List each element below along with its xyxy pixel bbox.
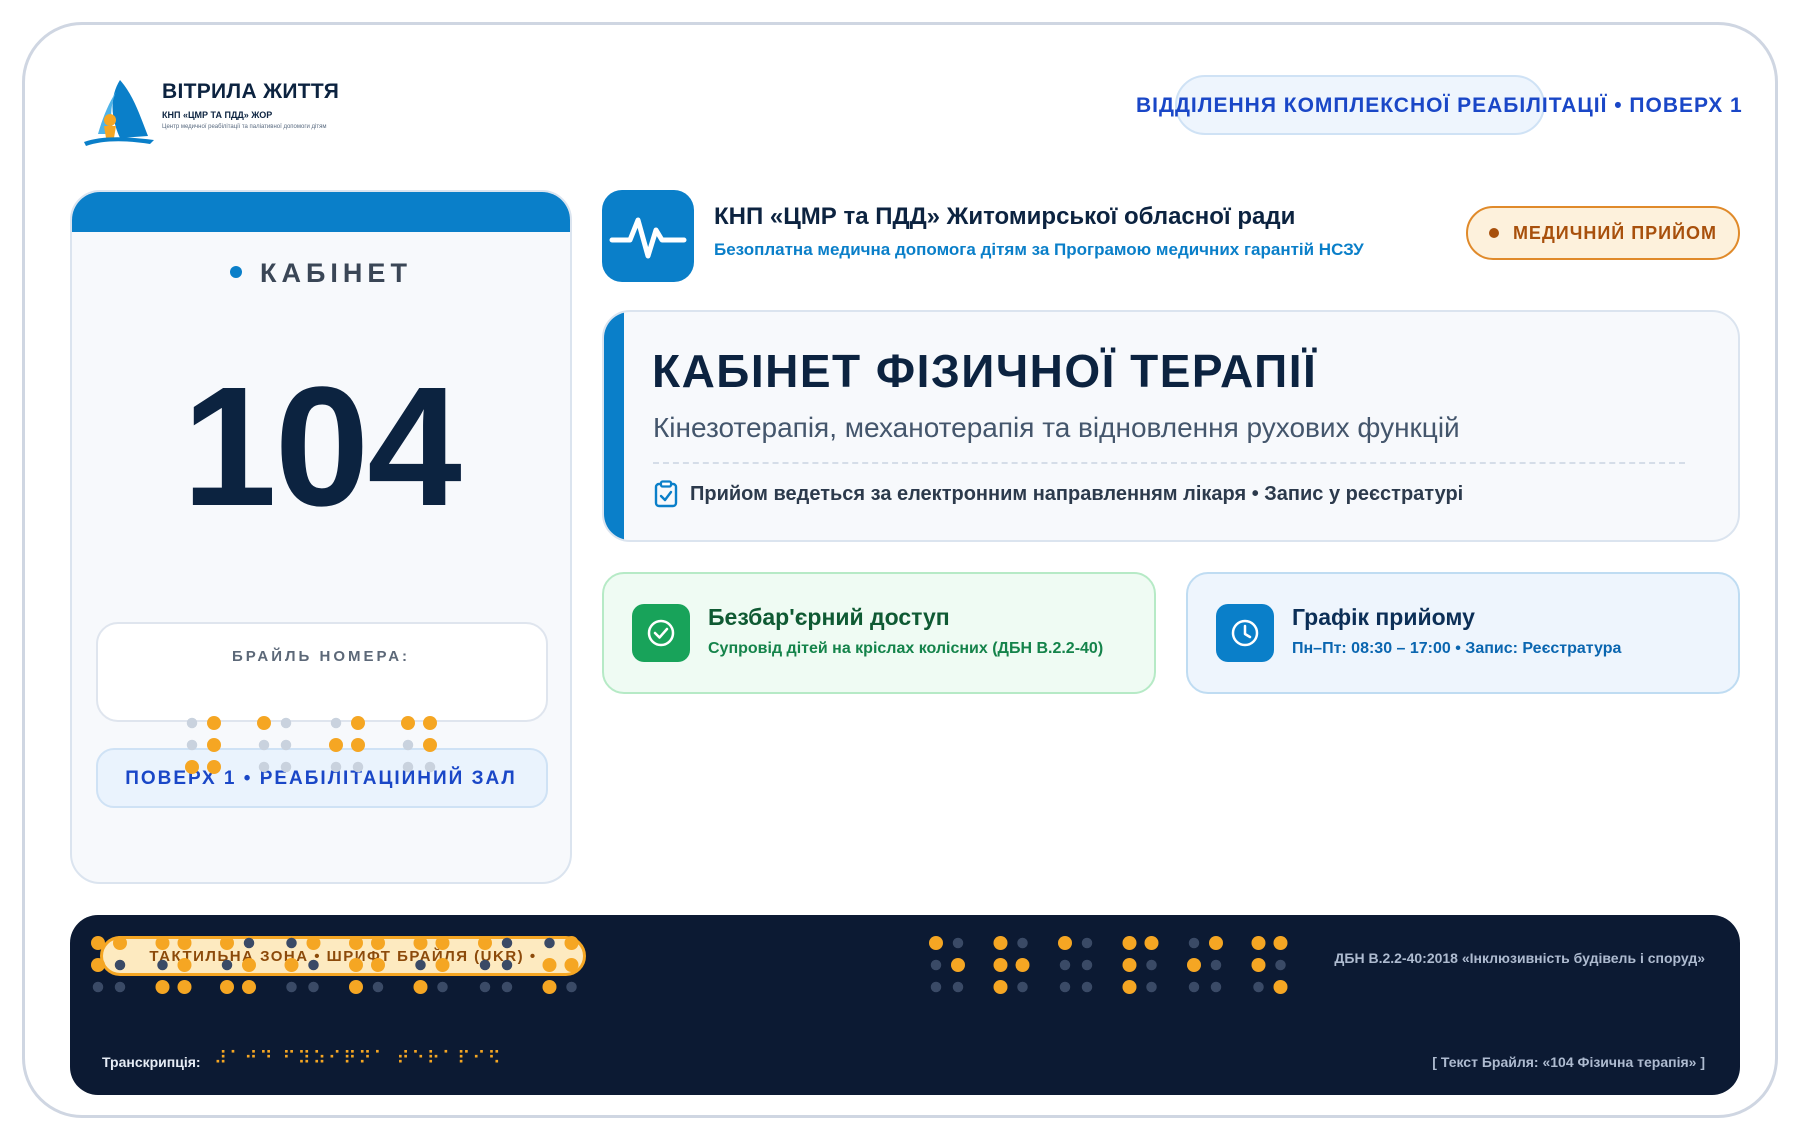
tactile-zone-label: ТАКТИЛЬНА ЗОНА • ШРИФТ БРАЙЛЯ (UKR) • <box>149 948 537 965</box>
accessibility-subtitle: Супровід дітей на кріслах колісних (ДБН … <box>708 640 1104 657</box>
org-name: КНП «ЦМР та ПДД» Житомирської обласної р… <box>714 203 1296 230</box>
card-accent-bar <box>604 312 624 540</box>
divider <box>653 462 1685 464</box>
braille-number-label: БРАЙЛЬ НОМЕРА: <box>231 648 411 665</box>
brand-subtitle: КНП «ЦМР ТА ПДД» ЖОР <box>162 110 273 120</box>
room-title: КАБІНЕТ ФІЗИЧНОЇ ТЕРАПІЇ <box>652 345 1318 397</box>
transcription-label: Транскрипція: <box>102 1054 201 1070</box>
brand-tagline: Центр медичної реабілітації та паліативн… <box>162 124 327 130</box>
clock-icon <box>1216 604 1274 662</box>
braille-transcription: ⠼⠁⠚⠙ ⠋⠽⠵⠊⠟⠝⠁ ⠞⠑⠗⠁⠏⠊⠫ <box>214 1048 503 1069</box>
medical-badge-label: МЕДИЧНИЙ ПРИЙОМ <box>1466 223 1740 244</box>
pulse-icon <box>602 190 694 282</box>
room-number: 104 <box>182 352 462 542</box>
room-label-text: КАБІНЕТ <box>260 258 412 288</box>
badge-dot-icon <box>1488 228 1499 238</box>
brand-name: ВІТРИЛА ЖИТТЯ <box>162 80 340 103</box>
org-program: Безоплатна медична допомога дітям за Про… <box>714 240 1364 259</box>
card-top-bar <box>72 192 570 232</box>
floor-location: ПОВЕРХ 1 • РЕАБІЛІТАЦІЙНИЙ ЗАЛ <box>125 768 517 789</box>
accessibility-title: Безбар'єрний доступ <box>708 604 950 630</box>
medical-badge-text: МЕДИЧНИЙ ПРИЙОМ <box>1512 223 1718 243</box>
referral-note: Прийом ведеться за електронним направлен… <box>690 483 1464 505</box>
bullet-icon <box>230 265 243 278</box>
department-label: ВІДДІЛЕННЯ КОМПЛЕКСНОЇ РЕАБІЛІТАЦІЇ • ПО… <box>1136 94 1743 117</box>
standard-reference: ДБН В.2.2-40:2018 «Інклюзивність будівел… <box>1334 950 1705 966</box>
schedule-subtitle: Пн–Пт: 08:30 – 17:00 • Запис: Реєстратур… <box>1292 640 1622 657</box>
room-number-card: КАБІНЕТ 104 БРАЙЛЬ НОМЕРА: ПОВЕРХ 1 • РЕ… <box>70 190 572 884</box>
braille-number-box <box>96 622 548 722</box>
check-circle-icon <box>632 604 690 662</box>
sail-logo-icon <box>84 80 154 146</box>
braille-text-caption: [ Текст Брайля: «104 Фізична терапія» ] <box>1432 1054 1705 1070</box>
room-label: КАБІНЕТ <box>72 258 570 289</box>
brand-logo: ВІТРИЛА ЖИТТЯ КНП «ЦМР ТА ПДД» ЖОР Центр… <box>80 76 380 148</box>
room-description: Кінезотерапія, механотерапія та відновле… <box>653 412 1460 443</box>
clipboard-check-icon <box>653 480 679 513</box>
schedule-title: Графік прийому <box>1292 604 1475 630</box>
